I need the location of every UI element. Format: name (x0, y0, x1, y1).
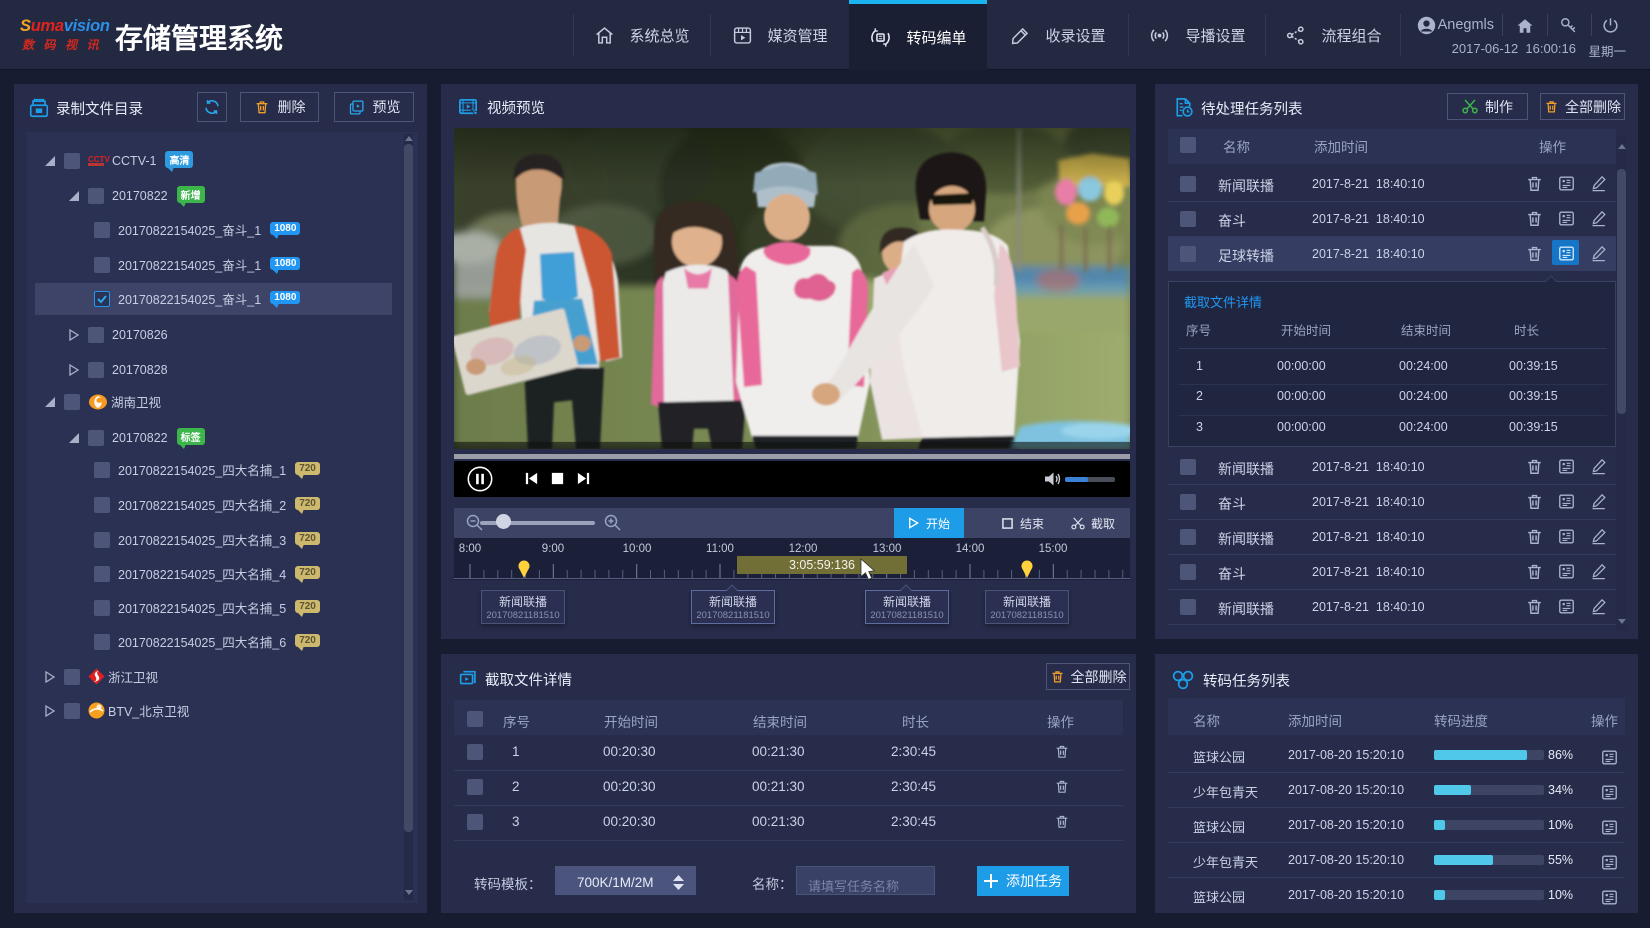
svg-text:13:00: 13:00 (873, 543, 902, 555)
svg-text:8:00: 8:00 (459, 543, 481, 555)
svg-text:9:00: 9:00 (542, 543, 564, 555)
svg-text:10:00: 10:00 (623, 543, 652, 555)
svg-text:3:05:59:136: 3:05:59:136 (789, 558, 855, 572)
svg-text:14:00: 14:00 (956, 543, 985, 555)
svg-text:11:00: 11:00 (706, 543, 734, 555)
svg-text:15:00: 15:00 (1039, 543, 1068, 555)
svg-text:12:00: 12:00 (789, 543, 818, 555)
svg-text:CCTV: CCTV (88, 155, 110, 164)
